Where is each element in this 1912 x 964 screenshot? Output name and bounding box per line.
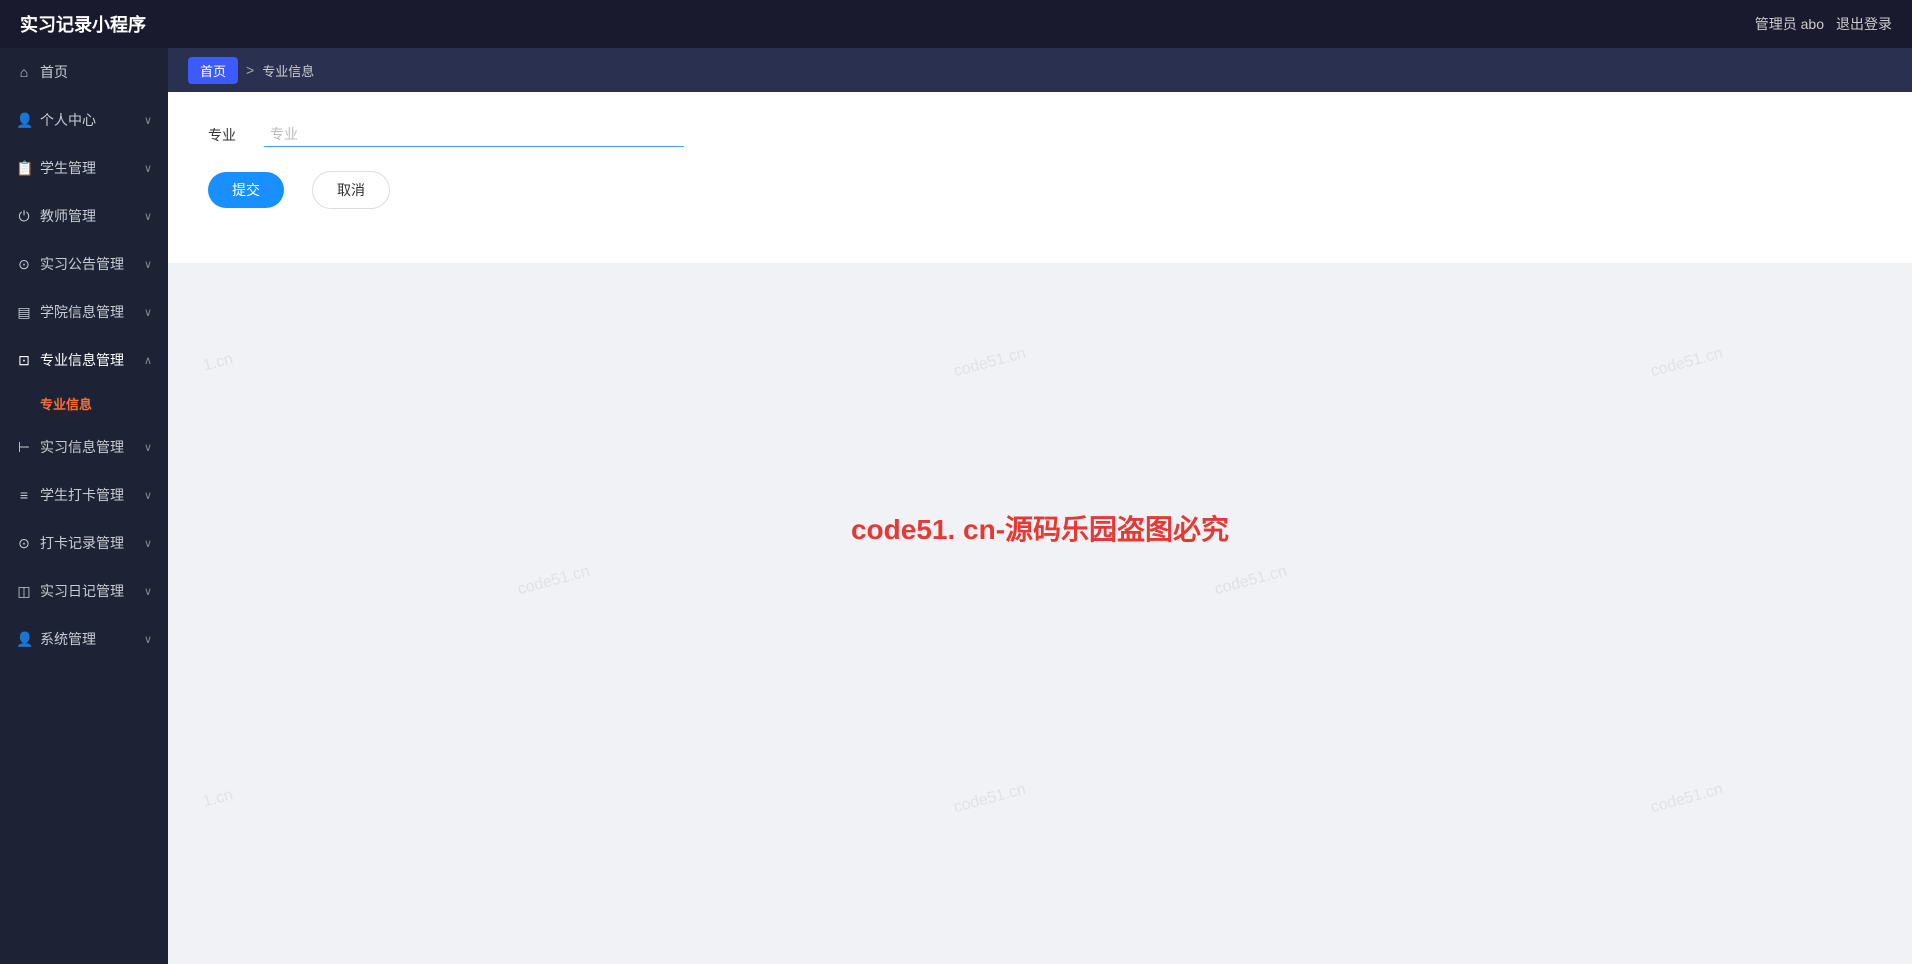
watermark-8: code51.cn [1213, 562, 1289, 598]
main-content: 首页 > 专业信息 code51.cn code51.cn code51.cn … [168, 48, 1912, 964]
sidebar-label-major: 专业信息管理 [40, 350, 124, 370]
checkin-record-icon: ⊙ [16, 535, 32, 552]
sidebar-label-student: 学生管理 [40, 158, 96, 178]
diary-icon: ◫ [16, 583, 32, 600]
sidebar-item-checkin[interactable]: ≡ 学生打卡管理 ∨ [0, 471, 168, 519]
watermark-9: 1.cn [201, 786, 235, 811]
announcement-icon: ⊙ [16, 256, 32, 273]
watermark-10: code51.cn [952, 780, 1028, 816]
admin-label: 管理员 abo [1755, 14, 1824, 34]
header-right: 管理员 abo 退出登录 [1755, 14, 1892, 34]
form-card: 专业 提交 取消 [168, 92, 1912, 263]
breadcrumb-separator: > [246, 62, 254, 78]
submit-button[interactable]: 提交 [208, 172, 284, 208]
system-icon: 👤 [16, 631, 32, 648]
school-icon: ▤ [16, 304, 32, 321]
watermark-11: code51.cn [1649, 780, 1725, 816]
sidebar-item-major[interactable]: ⊡ 专业信息管理 ∧ [0, 336, 168, 384]
chevron-icon: ∨ [144, 306, 152, 319]
sidebar-label-checkin-record: 打卡记录管理 [40, 533, 124, 553]
chevron-up-icon: ∧ [144, 354, 152, 367]
logout-button[interactable]: 退出登录 [1836, 14, 1892, 34]
main-layout: ⌂ 首页 👤 个人中心 ∨ 📋 学生管理 ∨ ⏻ 教师管理 ∨ [0, 48, 1912, 964]
sidebar-item-diary[interactable]: ◫ 实习日记管理 ∨ [0, 567, 168, 615]
sidebar-label-personal: 个人中心 [40, 110, 96, 130]
chevron-icon: ∨ [144, 489, 152, 502]
button-row: 提交 取消 [208, 171, 1872, 209]
sidebar-item-system[interactable]: 👤 系统管理 ∨ [0, 615, 168, 663]
sidebar-label-announcement: 实习公告管理 [40, 254, 124, 274]
home-icon: ⌂ [16, 64, 32, 80]
internship-icon: ⊢ [16, 439, 32, 456]
sidebar: ⌂ 首页 👤 个人中心 ∨ 📋 学生管理 ∨ ⏻ 教师管理 ∨ [0, 48, 168, 964]
sidebar-label-checkin: 学生打卡管理 [40, 485, 124, 505]
app-title: 实习记录小程序 [20, 11, 146, 37]
checkin-icon: ≡ [16, 487, 32, 503]
major-label: 专业 [208, 125, 248, 145]
sidebar-label-diary: 实习日记管理 [40, 581, 124, 601]
chevron-icon: ∨ [144, 537, 152, 550]
sidebar-item-personal[interactable]: 👤 个人中心 ∨ [0, 96, 168, 144]
breadcrumb-current: 专业信息 [262, 61, 314, 80]
watermark-4: 1.cn [201, 350, 235, 375]
teacher-icon: ⏻ [16, 208, 32, 225]
sidebar-item-teacher[interactable]: ⏻ 教师管理 ∨ [0, 192, 168, 240]
sidebar-item-internship[interactable]: ⊢ 实习信息管理 ∨ [0, 423, 168, 471]
watermark-6: code51.cn [1649, 344, 1725, 380]
major-input[interactable] [264, 122, 684, 147]
content-area: code51.cn code51.cn code51.cn 1.cn code5… [168, 92, 1912, 964]
sidebar-label-system: 系统管理 [40, 629, 96, 649]
major-icon: ⊡ [16, 352, 32, 369]
student-icon: 📋 [16, 160, 32, 177]
chevron-icon: ∨ [144, 114, 152, 127]
chevron-icon: ∨ [144, 633, 152, 646]
chevron-icon: ∨ [144, 210, 152, 223]
sidebar-sub-item-major-info[interactable]: 专业信息 [0, 384, 168, 423]
sidebar-label-home: 首页 [40, 62, 68, 82]
sidebar-item-school[interactable]: ▤ 学院信息管理 ∨ [0, 288, 168, 336]
sidebar-label-teacher: 教师管理 [40, 206, 96, 226]
major-field-row: 专业 [208, 122, 1872, 147]
watermark-5: code51.cn [952, 344, 1028, 380]
watermark-7: code51.cn [516, 562, 592, 598]
personal-icon: 👤 [16, 112, 32, 129]
sidebar-item-home[interactable]: ⌂ 首页 [0, 48, 168, 96]
watermark-center-text: code51. cn-源码乐园盗图必究 [851, 508, 1229, 548]
chevron-icon: ∨ [144, 441, 152, 454]
breadcrumb-bar: 首页 > 专业信息 [168, 48, 1912, 92]
chevron-icon: ∨ [144, 162, 152, 175]
sidebar-item-announcement[interactable]: ⊙ 实习公告管理 ∨ [0, 240, 168, 288]
sidebar-item-student[interactable]: 📋 学生管理 ∨ [0, 144, 168, 192]
top-header: 实习记录小程序 管理员 abo 退出登录 [0, 0, 1912, 48]
cancel-button[interactable]: 取消 [312, 171, 390, 209]
sidebar-item-checkin-record[interactable]: ⊙ 打卡记录管理 ∨ [0, 519, 168, 567]
sidebar-sub-label-major: 专业信息 [40, 397, 92, 412]
sidebar-label-school: 学院信息管理 [40, 302, 124, 322]
chevron-icon: ∨ [144, 258, 152, 271]
chevron-icon: ∨ [144, 585, 152, 598]
breadcrumb-home[interactable]: 首页 [188, 57, 238, 84]
sidebar-label-internship: 实习信息管理 [40, 437, 124, 457]
